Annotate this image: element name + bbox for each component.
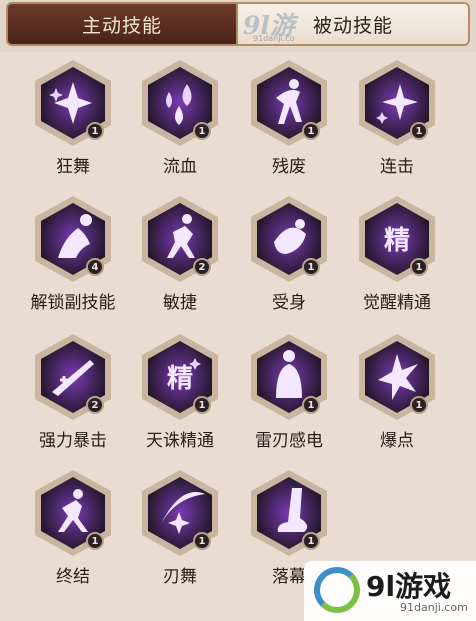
svg-text:精: 精 — [384, 226, 410, 256]
skill-name: 天诛精通 — [146, 431, 214, 451]
skill-name: 狂舞 — [56, 157, 90, 177]
tab-passive-skills-label: 被动技能 — [312, 14, 393, 37]
skill-item[interactable]: 1 流血 — [126, 58, 234, 184]
skill-name: 解锁副技能 — [30, 293, 116, 313]
tab-active-skills-label: 主动技能 — [81, 14, 162, 37]
skill-level-badge: 2 — [86, 396, 104, 414]
watermark-bottom: 9l游戏 91danji.com — [304, 561, 476, 621]
skill-item[interactable]: 1 刃舞 — [126, 468, 234, 594]
skill-name: 流血 — [163, 157, 197, 177]
skill-item[interactable]: 1 雷刃感电 — [235, 332, 343, 458]
skill-level-badge: 1 — [193, 396, 211, 414]
skill-tab-bar: 主动技能 被动技能 9l游 91danji.co — [0, 0, 476, 52]
skill-level-badge: 1 — [302, 258, 320, 276]
skill-item[interactable]: 精 1 觉醒精通 — [343, 194, 451, 320]
skill-name: 敏捷 — [163, 293, 197, 313]
skill-name: 觉醒精通 — [363, 293, 431, 313]
skill-item[interactable]: 1 狂舞 — [19, 58, 127, 184]
skill-level-badge: 1 — [86, 532, 104, 550]
watermark-site: 91danji.com — [400, 601, 468, 614]
skill-level-badge: 2 — [193, 258, 211, 276]
tab-active-skills[interactable]: 主动技能 — [6, 2, 238, 46]
skill-level-badge: 1 — [193, 532, 211, 550]
skill-level-badge: 1 — [410, 258, 428, 276]
skill-level-badge: 1 — [410, 396, 428, 414]
skill-name: 残废 — [272, 157, 306, 177]
skill-name: 连击 — [380, 157, 414, 177]
skill-name: 终结 — [56, 567, 90, 587]
skill-level-badge: 1 — [86, 122, 104, 140]
skill-name: 受身 — [272, 293, 306, 313]
skill-level-badge: 1 — [302, 396, 320, 414]
skill-level-badge: 1 — [302, 532, 320, 550]
svg-text:精: 精 — [167, 364, 193, 394]
skill-item[interactable]: 1 爆点 — [343, 332, 451, 458]
skill-level-badge: 1 — [193, 122, 211, 140]
skill-item[interactable]: 2 敏捷 — [126, 194, 234, 320]
skill-item[interactable]: 1 终结 — [19, 468, 127, 594]
skill-item[interactable]: 4 解锁副技能 — [19, 194, 127, 320]
skill-item[interactable]: 1 连击 — [343, 58, 451, 184]
skill-level-badge: 4 — [86, 258, 104, 276]
skill-level-badge: 1 — [410, 122, 428, 140]
skill-level-badge: 1 — [302, 122, 320, 140]
watermark-logo-icon — [314, 567, 360, 613]
watermark-brand: 9l游戏 — [366, 570, 452, 603]
skill-name: 强力暴击 — [39, 431, 107, 451]
skill-item[interactable]: 1 残废 — [235, 58, 343, 184]
skill-item[interactable]: 2 强力暴击 — [19, 332, 127, 458]
skill-name: 爆点 — [380, 431, 414, 451]
skill-name: 雷刃感电 — [255, 431, 323, 451]
skill-item[interactable]: 1 受身 — [235, 194, 343, 320]
tab-passive-skills[interactable]: 被动技能 — [238, 2, 470, 46]
skill-item[interactable]: 精 1 天诛精通 — [126, 332, 234, 458]
skill-name: 刃舞 — [163, 567, 197, 587]
